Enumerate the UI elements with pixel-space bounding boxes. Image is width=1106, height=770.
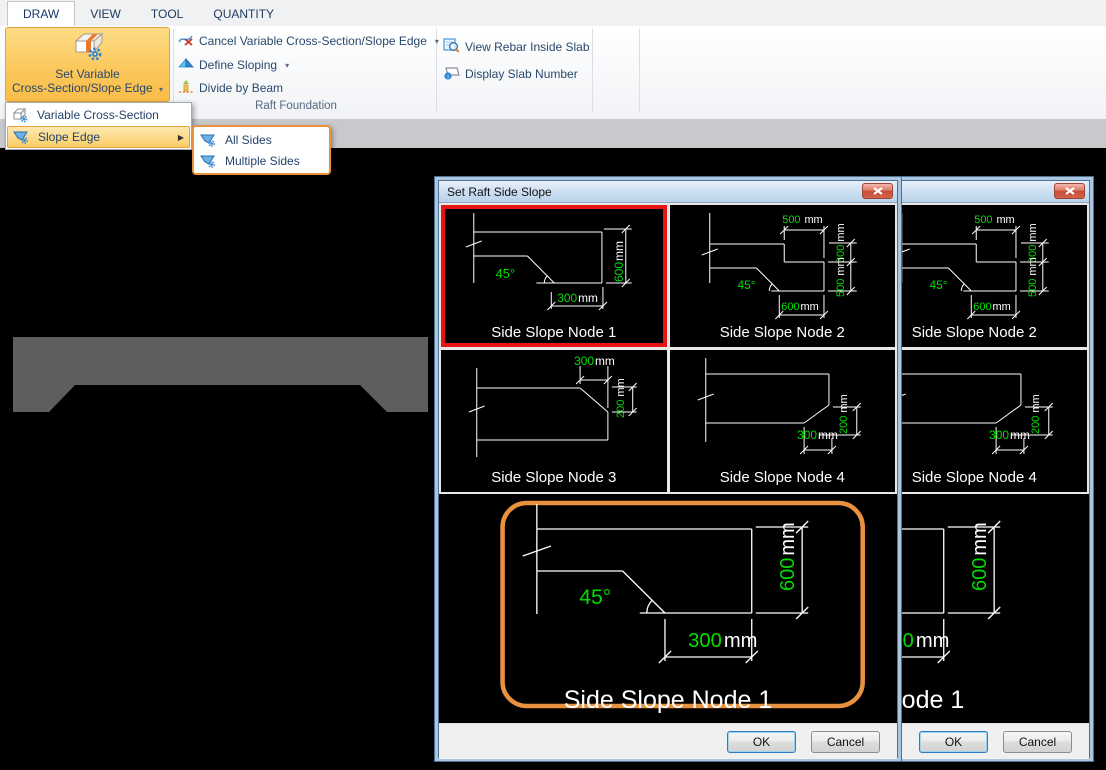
svg-text:45°: 45°	[496, 266, 516, 281]
variable-cross-section-icon	[12, 107, 29, 123]
define-sloping-button[interactable]: Define Sloping ▾	[178, 55, 289, 75]
node-1-drawing: 45° 300mm 600mm	[441, 205, 667, 323]
preview-caption: Side Slope Node 1	[439, 686, 897, 715]
dropdown-arrow-icon: ▾	[435, 37, 439, 46]
set-variable-label-line2: Cross-Section/Slope Edge	[12, 81, 153, 95]
svg-text:300mm: 300mm	[797, 428, 838, 442]
submenu-item-multiple-sides[interactable]: Multiple Sides	[195, 150, 328, 171]
ribbon-separator	[173, 29, 174, 113]
define-sloping-icon	[178, 56, 194, 75]
close-button[interactable]	[862, 183, 893, 199]
cancel-variable-label: Cancel Variable Cross-Section/Slope Edge	[199, 34, 427, 48]
svg-text:600mm: 600mm	[969, 522, 991, 591]
slope-edge-icon	[200, 132, 217, 148]
divide-by-beam-label: Divide by Beam	[199, 81, 283, 95]
cancel-button[interactable]: Cancel	[811, 731, 880, 753]
close-button[interactable]	[1054, 183, 1085, 199]
divide-by-beam-button[interactable]: Divide by Beam	[178, 78, 283, 98]
svg-text:300mm: 300mm	[688, 630, 757, 652]
set-variable-dropdown-menu: Variable Cross-Section Slope Edge ▶	[5, 102, 192, 150]
tab-quantity[interactable]: QUANTITY	[198, 2, 289, 26]
svg-text:600mm: 600mm	[777, 522, 799, 591]
cancel-variable-icon	[178, 32, 194, 51]
slope-node-grid: 45° 300mm 600mm Side Slope Node 1 45° 50…	[439, 203, 897, 494]
menu-item-variable-cross-section[interactable]: Variable Cross-Section	[7, 104, 190, 126]
svg-text:45°: 45°	[579, 586, 611, 609]
svg-text:200mm: 200mm	[1029, 394, 1041, 434]
submenu-arrow-icon: ▶	[178, 133, 184, 142]
tab-draw[interactable]: DRAW	[7, 1, 75, 26]
slope-edge-icon	[13, 129, 30, 145]
divide-by-beam-icon	[178, 79, 194, 98]
ok-button[interactable]: OK	[727, 731, 796, 753]
menu-item-slope-edge[interactable]: Slope Edge ▶	[7, 126, 190, 148]
thumbnail-side-slope-node-3[interactable]: 300mm 200mm Side Slope Node 3	[441, 350, 667, 492]
raft-cross-section-shape	[13, 337, 428, 412]
slope-edge-submenu: All Sides Multiple Sides	[192, 125, 331, 175]
svg-text:200mm: 200mm	[837, 394, 849, 434]
svg-text:i: i	[447, 74, 448, 80]
dialog-button-row: OK Cancel	[439, 723, 897, 759]
node-3-drawing: 300mm 200mm	[441, 350, 667, 468]
display-slab-label: Display Slab Number	[465, 67, 578, 81]
set-variable-icon	[67, 28, 109, 65]
svg-text:300mm: 300mm	[557, 291, 598, 305]
set-variable-cross-section-slope-edge-button[interactable]: Set Variable Cross-Section/Slope Edge ▾	[5, 27, 170, 102]
svg-text:200mm: 200mm	[615, 378, 627, 418]
ribbon-separator	[592, 29, 593, 113]
tab-view[interactable]: VIEW	[75, 2, 136, 26]
svg-text:45°: 45°	[929, 278, 947, 292]
close-icon	[1065, 187, 1075, 195]
define-sloping-label: Define Sloping	[199, 58, 277, 72]
svg-text:500mm: 500mm	[974, 214, 1014, 226]
submenu-item-label: Multiple Sides	[225, 154, 300, 168]
thumbnail-caption: Side Slope Node 3	[441, 469, 667, 486]
thumbnail-side-slope-node-4[interactable]: 200mm 300mm Side Slope Node 4	[670, 350, 896, 492]
ribbon-separator	[639, 29, 640, 113]
cancel-button[interactable]: Cancel	[1003, 731, 1072, 753]
display-slab-icon: i	[443, 64, 460, 84]
menu-item-label: Variable Cross-Section	[37, 108, 159, 122]
set-raft-side-slope-dialog: Set Raft Side Slope 45° 300mm 600mm Side…	[438, 180, 898, 758]
thumbnail-caption: Side Slope Node 2	[670, 324, 896, 341]
svg-text:500mm: 500mm	[1026, 257, 1038, 297]
dialog-title: Set Raft Side Slope	[447, 185, 552, 199]
node-2-drawing: 45° 500mm 300mm 500mm 600mm	[670, 205, 896, 323]
selected-node-preview: 45° 300mm 600mm Side Slope Node 1	[439, 494, 897, 723]
svg-text:600mm: 600mm	[612, 241, 626, 282]
thumbnail-caption: Side Slope Node 1	[441, 324, 667, 341]
highlight-ring	[503, 503, 863, 706]
dropdown-arrow-icon: ▾	[159, 85, 163, 94]
menu-item-label: Slope Edge	[38, 130, 100, 144]
svg-text:600mm: 600mm	[781, 301, 818, 313]
svg-text:500mm: 500mm	[834, 257, 846, 297]
thumbnail-caption: Side Slope Node 4	[670, 469, 896, 486]
node-4-drawing: 200mm 300mm	[670, 350, 896, 468]
view-rebar-label: View Rebar Inside Slab	[465, 40, 590, 54]
close-icon	[873, 187, 883, 195]
dropdown-arrow-icon: ▾	[285, 61, 289, 70]
ribbon-tab-bar: DRAW VIEW TOOL QUANTITY	[0, 0, 1106, 27]
ribbon-group-label: Raft Foundation	[178, 100, 414, 112]
tab-tool[interactable]: TOOL	[136, 2, 198, 26]
display-slab-number-button[interactable]: i Display Slab Number	[443, 64, 578, 84]
cancel-variable-cross-section-button[interactable]: Cancel Variable Cross-Section/Slope Edge…	[178, 31, 439, 51]
thumbnail-side-slope-node-1[interactable]: 45° 300mm 600mm Side Slope Node 1	[441, 205, 667, 347]
submenu-item-all-sides[interactable]: All Sides	[195, 129, 328, 150]
ok-button[interactable]: OK	[919, 731, 988, 753]
thumbnail-side-slope-node-2[interactable]: 45° 500mm 300mm 500mm 600mm Side Slope N…	[670, 205, 896, 347]
svg-text:300mm: 300mm	[574, 354, 615, 368]
svg-text:600mm: 600mm	[973, 301, 1010, 313]
svg-text:45°: 45°	[737, 278, 755, 292]
svg-text:500mm: 500mm	[782, 214, 822, 226]
view-rebar-inside-slab-button[interactable]: View Rebar Inside Slab	[443, 37, 590, 57]
submenu-item-label: All Sides	[225, 133, 272, 147]
slope-edge-icon	[200, 153, 217, 169]
dialog-titlebar[interactable]: Set Raft Side Slope	[439, 181, 897, 203]
set-variable-label-line1: Set Variable	[55, 67, 119, 81]
svg-text:300mm: 300mm	[989, 428, 1030, 442]
view-rebar-icon	[443, 37, 460, 57]
